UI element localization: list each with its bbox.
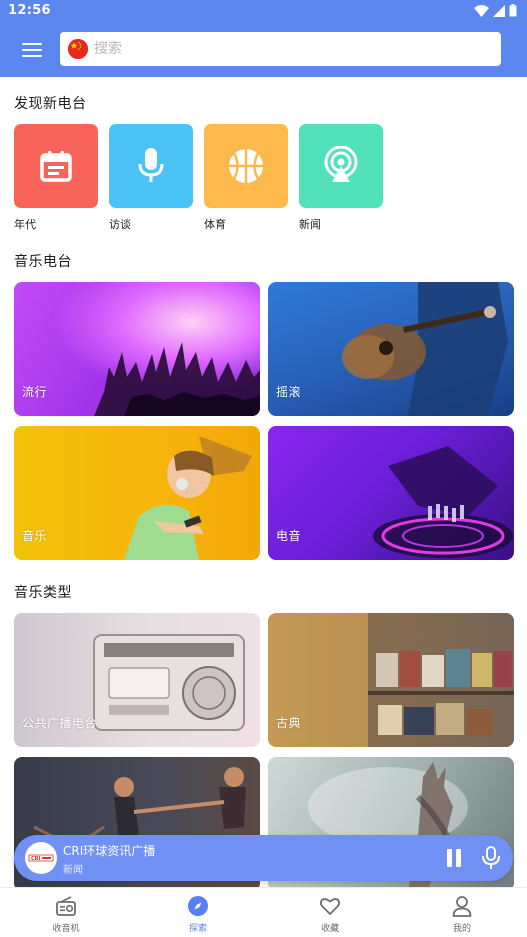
voice-search-icon[interactable]: [480, 846, 502, 870]
card-label: 公共广播电台: [22, 716, 98, 730]
discover-tile[interactable]: [299, 124, 383, 208]
discover-tile[interactable]: [204, 124, 288, 208]
dj-turntable-image: [373, 446, 513, 558]
discover-item-label: 新闻: [299, 218, 321, 231]
discover-item-label: 访谈: [109, 218, 131, 231]
heart-icon: [319, 898, 341, 915]
discover-item-years[interactable]: 年代: [14, 124, 98, 232]
genre-card-classical[interactable]: 古典: [268, 613, 514, 747]
card-label: 摇滚: [276, 385, 302, 399]
woman-headphones-image: [124, 436, 252, 560]
calendar-icon: [40, 151, 72, 182]
card-label: 流行: [22, 385, 48, 399]
music-card-music[interactable]: 音乐: [14, 426, 260, 560]
concert-crowd-image: [94, 342, 260, 416]
app-screen: 12:56 发现新电台: [0, 0, 527, 937]
nav-label: 收藏: [320, 924, 339, 934]
nav-item-explore[interactable]: 探索: [132, 888, 264, 937]
menu-icon[interactable]: [22, 40, 46, 60]
search-bar[interactable]: [60, 32, 501, 66]
discover-item-interview[interactable]: 访谈: [109, 124, 193, 232]
radio-icon: [56, 896, 76, 916]
wifi-icon: [474, 4, 489, 17]
user-icon: [452, 896, 472, 917]
record-shelf-image: [368, 613, 514, 747]
basketball-icon: [229, 149, 263, 183]
china-flag-icon[interactable]: [68, 39, 88, 59]
discover-item-sports[interactable]: 体育: [204, 124, 288, 232]
podcast-icon: [324, 146, 358, 182]
battery-icon: [509, 4, 517, 17]
pause-icon[interactable]: [444, 848, 464, 868]
discover-tile[interactable]: [109, 124, 193, 208]
status-icons: [474, 4, 517, 17]
music-types-section-title: 音乐类型: [14, 585, 72, 601]
microphone-icon: [138, 148, 164, 182]
nav-item-favorites[interactable]: 收藏: [264, 888, 396, 937]
music-radio-section-title: 音乐电台: [14, 254, 72, 270]
discover-item-label: 年代: [14, 218, 36, 231]
nav-item-profile[interactable]: 我的: [396, 888, 527, 937]
station-logo-text: CRI: [31, 856, 41, 862]
player-station-title: CRI环球资讯广播: [63, 844, 156, 858]
nav-label: 我的: [452, 924, 471, 934]
music-card-rock[interactable]: 摇滚: [268, 282, 514, 416]
status-time: 12:56: [8, 3, 51, 18]
discover-item-label: 体育: [204, 218, 226, 231]
nav-item-radio[interactable]: 收音机: [0, 888, 132, 937]
player-station-category: 新闻: [63, 865, 83, 876]
status-bar: 12:56: [0, 0, 527, 24]
discover-tile[interactable]: [14, 124, 98, 208]
card-label: 古典: [276, 716, 302, 730]
station-logo: CRI: [25, 842, 57, 874]
discover-section-title: 发现新电台: [14, 96, 87, 112]
compass-icon: [188, 896, 208, 916]
genre-card-public-radio[interactable]: 公共广播电台: [14, 613, 260, 747]
nav-label: 收音机: [52, 924, 80, 934]
music-card-electronic[interactable]: 电音: [268, 426, 514, 560]
signal-icon: [493, 4, 505, 17]
mini-player[interactable]: CRI CRI环球资讯广播 新闻: [14, 835, 513, 881]
discover-item-news[interactable]: 新闻: [299, 124, 383, 232]
nav-label: 探索: [188, 924, 207, 934]
guitarist-image: [342, 282, 508, 416]
app-header: 12:56: [0, 0, 527, 77]
music-card-pop[interactable]: 流行: [14, 282, 260, 416]
card-label: 音乐: [22, 529, 48, 543]
card-label: 电音: [276, 529, 302, 543]
search-input[interactable]: [94, 32, 484, 66]
bottom-navigation: 收音机 探索 收藏 我的: [0, 887, 527, 937]
